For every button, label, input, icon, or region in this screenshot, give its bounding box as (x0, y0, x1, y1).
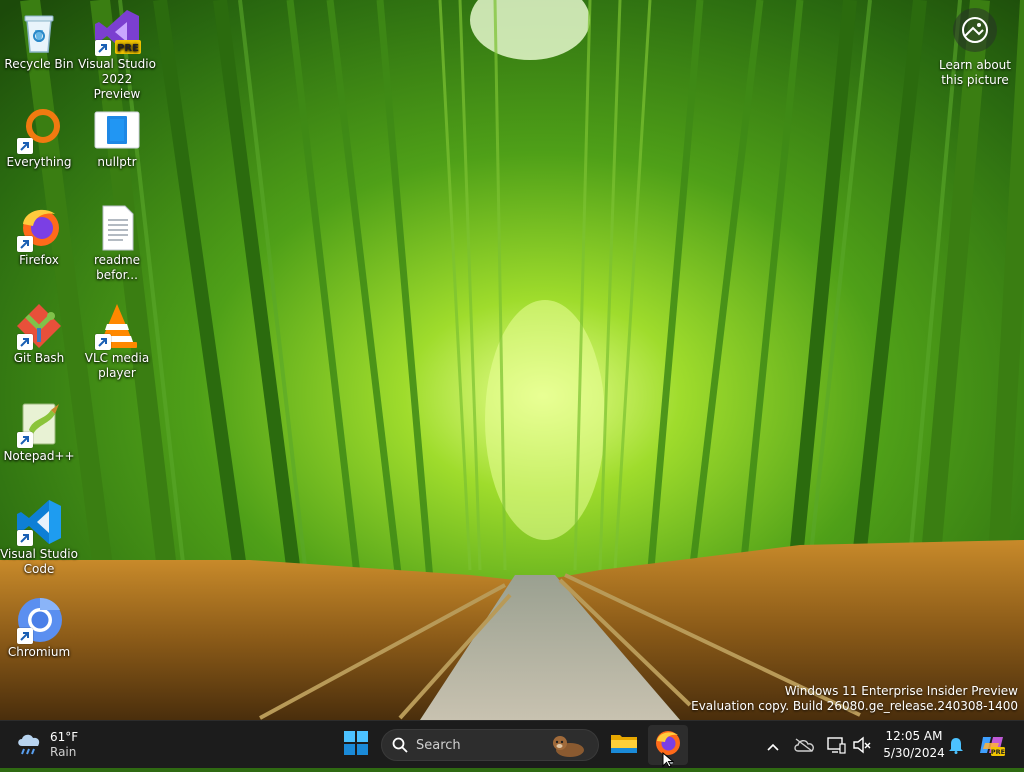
firefox-icon (15, 204, 63, 252)
desktop-icon-label: Visual Studio Code (0, 547, 78, 576)
camera-info-icon (953, 8, 997, 52)
weather-temperature: 61°F (50, 730, 79, 744)
desktop-icon-notepad-plus-plus[interactable]: Notepad++ (0, 400, 78, 464)
copilot-icon[interactable]: PRE (978, 733, 1006, 757)
chevron-up-icon (767, 736, 779, 755)
desktop-icon-everything[interactable]: Everything (0, 106, 78, 170)
desktop-icon-firefox[interactable]: Firefox (0, 204, 78, 268)
visual-studio-preview-icon: PRE (93, 8, 141, 56)
desktop-icon-label: Recycle Bin (4, 57, 74, 71)
git-bash-icon (15, 302, 63, 350)
everything-search-icon (15, 106, 63, 154)
desktop-icon-label: readme befor... (93, 253, 141, 282)
shortcut-arrow-icon (95, 40, 111, 56)
svg-text:PRE: PRE (991, 748, 1005, 756)
desktop-icon-visual-studio-preview[interactable]: PRE Visual Studio 2022 Preview (78, 8, 156, 102)
clock-time: 12:05 AM (885, 729, 943, 743)
desktop-icon-label: VLC media player (84, 351, 150, 380)
onedrive-icon[interactable] (792, 733, 816, 757)
windows-start-icon (344, 731, 368, 759)
desktop-icon-label: Firefox (19, 253, 59, 267)
shortcut-arrow-icon (95, 334, 111, 350)
system-clock[interactable]: 12:05 AM 5/30/2024 (878, 728, 950, 762)
desktop-icon-nullptr[interactable]: nullptr (78, 106, 156, 170)
clock-date: 5/30/2024 (883, 746, 945, 760)
desktop-icon-label: Git Bash (13, 351, 65, 365)
shortcut-arrow-icon (17, 530, 33, 546)
search-icon (392, 737, 408, 753)
desktop-icon-vlc[interactable]: VLC media player (78, 302, 156, 381)
learn-about-this-picture[interactable]: Learn about this picture (938, 8, 1012, 88)
rain-cloud-icon (14, 728, 44, 762)
taskbar: 61°F Rain Search 12:05 AM 5/30/2024 PRE (0, 720, 1024, 768)
start-button[interactable] (336, 725, 376, 765)
desktop-icon-label: Visual Studio 2022 Preview (78, 57, 156, 101)
vscode-icon (15, 498, 63, 546)
desktop-icon-label: Chromium (7, 645, 71, 659)
shortcut-arrow-icon (17, 236, 33, 252)
mouse-pointer-icon (662, 751, 675, 772)
windows-watermark: Windows 11 Enterprise Insider Preview Ev… (691, 684, 1018, 714)
desktop-icon-label: nullptr (97, 155, 137, 169)
network-icon[interactable] (824, 733, 848, 757)
weather-widget[interactable]: 61°F Rain (14, 727, 78, 763)
notification-bell-icon[interactable] (944, 733, 968, 757)
watermark-build: Evaluation copy. Build 26080.ge_release.… (691, 699, 1018, 713)
weather-condition: Rain (50, 745, 77, 759)
desktop-icon-vscode[interactable]: Visual Studio Code (0, 498, 78, 577)
desktop-icon-label: Notepad++ (3, 449, 75, 463)
text-document-icon (93, 204, 141, 252)
shortcut-arrow-icon (17, 334, 33, 350)
file-explorer-button[interactable] (604, 725, 644, 765)
shortcut-arrow-icon (17, 628, 33, 644)
shortcut-arrow-icon (17, 138, 33, 154)
watermark-edition: Windows 11 Enterprise Insider Preview (784, 684, 1018, 698)
search-placeholder: Search (416, 737, 461, 753)
search-highlight-otter-icon (550, 732, 588, 762)
chromium-icon (15, 596, 63, 644)
taskbar-search-box[interactable]: Search (381, 729, 599, 761)
desktop-icon-readme[interactable]: readme befor... (78, 204, 156, 283)
desktop-icon-git-bash[interactable]: Git Bash (0, 302, 78, 366)
shortcut-arrow-icon (17, 432, 33, 448)
show-hidden-icons-button[interactable] (760, 725, 786, 765)
notepad-plus-plus-icon (15, 400, 63, 448)
desktop-icon-chromium[interactable]: Chromium (0, 596, 78, 660)
desktop-icon-recycle-bin[interactable]: Recycle Bin (0, 8, 78, 72)
folder-icon (611, 732, 637, 758)
learn-about-label: Learn about this picture (939, 58, 1011, 87)
vlc-icon (93, 302, 141, 350)
nullptr-app-icon (93, 106, 141, 154)
preview-badge: PRE (117, 43, 139, 54)
recycle-bin-icon (15, 8, 63, 56)
desktop-icon-label: Everything (6, 155, 72, 169)
volume-muted-icon[interactable] (850, 733, 874, 757)
